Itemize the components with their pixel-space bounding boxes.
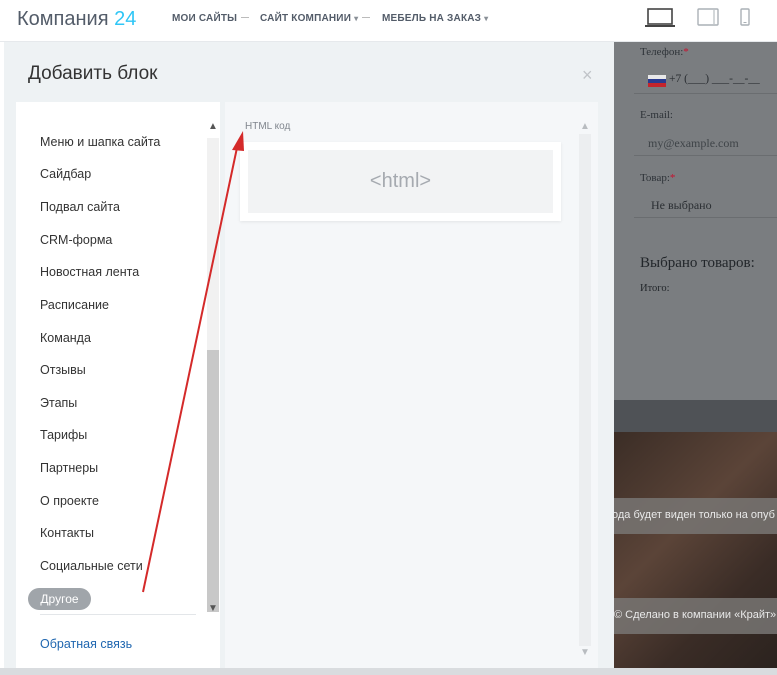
category-list: Меню и шапка сайта Сайдбар Подвал сайта … [16,102,220,669]
tablet-icon[interactable] [697,8,719,26]
phone-value: +7 (___) ___-__-__ [669,73,760,85]
scroll-up-icon[interactable]: ▲ [208,122,218,132]
category-item[interactable]: Партнеры [40,461,98,475]
bottom-border [0,668,777,675]
product-label-text: Товар: [640,172,670,184]
footer-band: © Сделано в компании «Крайт» [614,598,777,634]
laptop-icon[interactable] [645,8,675,28]
category-item[interactable]: Контакты [40,526,94,540]
product-label: Товар:* [640,172,675,184]
required-mark: * [683,46,689,58]
chevron-down-icon: ▾ [354,14,359,23]
notice-text: ода будет виден только на опуб [614,509,775,521]
nav-furniture-label: МЕБЕЛЬ НА ЗАКАЗ [382,13,482,24]
category-item[interactable]: Меню и шапка сайта [40,135,160,149]
scrollbar-track [579,134,591,646]
category-item-active[interactable]: Другое [28,588,91,610]
category-item[interactable]: Отзывы [40,363,86,377]
total-label: Итого: [640,283,670,294]
nav-separator [241,17,249,18]
nav-separator [362,17,370,18]
divider [40,614,196,615]
selected-heading: Выбрано товаров: [640,255,755,271]
top-bar: Компания 24 МОИ САЙТЫ САЙТ КОМПАНИИ ▾ МЕБ… [0,0,777,42]
scrollbar-thumb[interactable] [207,350,219,612]
scroll-down-icon[interactable]: ▼ [580,648,590,658]
scroll-up-icon[interactable]: ▲ [580,122,590,132]
block-scrollbar[interactable]: ▲ ▼ [578,120,592,660]
scroll-down-icon[interactable]: ▼ [208,604,218,614]
product-select[interactable]: Не выбрано [634,190,777,218]
phone-field[interactable]: +7 (___) ___-__-__ [634,66,777,94]
russia-flag-icon [648,75,666,87]
close-icon[interactable]: × [582,66,593,84]
nav-my-sites[interactable]: МОИ САЙТЫ [172,13,237,24]
category-item[interactable]: Этапы [40,396,77,410]
email-field[interactable]: my@example.com [634,128,777,156]
email-placeholder: my@example.com [648,136,739,150]
dialog-title: Добавить блок [28,63,158,84]
footer-text: © Сделано в компании «Крайт» [614,609,777,621]
nav-furniture[interactable]: МЕБЕЛЬ НА ЗАКАЗ ▾ [382,13,488,24]
block-label: HTML код [245,121,291,132]
category-item[interactable]: Социальные сети [40,559,143,573]
chevron-down-icon: ▾ [484,14,489,23]
nav-company-site-label: САЙТ КОМПАНИИ [260,13,352,24]
phone-label-text: Телефон: [640,46,684,58]
screen: Компания 24 МОИ САЙТЫ САЙТ КОМПАНИИ ▾ МЕБ… [0,0,777,675]
email-label: E-mail: [640,109,673,121]
html-block-card[interactable]: <html> [240,142,561,221]
nav-company-site[interactable]: САЙТ КОМПАНИИ ▾ [260,13,358,24]
order-form: Телефон:* +7 (___) ___-__-__ E-mail: my@… [614,42,777,400]
category-item[interactable]: Сайдбар [40,167,91,181]
phone-icon[interactable] [740,8,750,26]
company-logo[interactable]: Компания 24 [17,8,136,31]
logo-number: 24 [114,8,137,30]
background-photo [614,432,777,675]
block-list: HTML код <html> ▲ ▼ [225,102,598,669]
feedback-link[interactable]: Обратная связь [40,637,132,651]
product-value: Не выбрано [651,198,712,212]
add-block-dialog: Добавить блок × Меню и шапка сайта Сайдб… [4,42,614,675]
block-preview-text: <html> [369,170,432,192]
category-item[interactable]: Расписание [40,298,109,312]
category-scrollbar[interactable]: ▲ ▼ [205,116,219,616]
category-item[interactable]: О проекте [40,494,99,508]
category-item[interactable]: Новостная лента [40,265,139,279]
phone-label: Телефон:* [640,46,689,58]
block-thumbnail: <html> [248,150,553,213]
site-preview: Телефон:* +7 (___) ___-__-__ E-mail: my@… [614,42,777,675]
notice-band: ода будет виден только на опуб [614,498,777,534]
required-mark: * [669,172,676,184]
logo-text: Компания [17,8,109,30]
category-item[interactable]: CRM-форма [40,233,112,247]
category-item[interactable]: Команда [40,331,91,345]
category-item[interactable]: Подвал сайта [40,200,120,214]
category-item[interactable]: Тарифы [40,428,87,442]
